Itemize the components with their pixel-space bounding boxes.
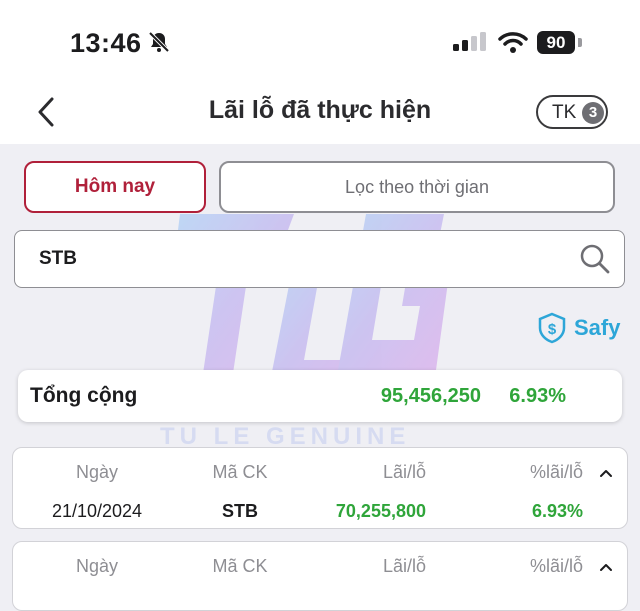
column-header-code: Mã CK bbox=[212, 556, 268, 576]
search-icon[interactable] bbox=[579, 243, 611, 275]
svg-text:$: $ bbox=[548, 321, 557, 338]
record-card[interactable]: Ngày Mã CK Lãi/lỗ %lãi/lỗ bbox=[12, 541, 628, 611]
record-profit: 70,255,800 bbox=[335, 501, 426, 521]
column-header-profit: Lãi/lỗ bbox=[382, 556, 426, 576]
column-header-code: Mã CK bbox=[212, 462, 268, 482]
record-percent: 6.93% bbox=[531, 501, 583, 521]
account-label: TK bbox=[552, 102, 577, 123]
summary-card: Tổng cộng 95,456,250 6.93% bbox=[18, 370, 622, 422]
filter-today-button[interactable]: Hôm nay bbox=[24, 161, 206, 213]
cellular-signal-icon bbox=[453, 32, 486, 51]
column-header-date: Ngày bbox=[75, 462, 119, 482]
search-value: STB bbox=[39, 248, 77, 269]
summary-profit: 95,456,250 bbox=[380, 385, 481, 407]
summary-percent: 6.93% bbox=[509, 385, 566, 407]
chevron-up-icon[interactable] bbox=[599, 562, 613, 572]
battery-level: 90 bbox=[537, 31, 575, 54]
wifi-icon bbox=[498, 32, 528, 53]
record-code: STB bbox=[222, 501, 258, 521]
summary-label: Tổng cộng bbox=[30, 384, 138, 407]
account-count-badge: 3 bbox=[582, 102, 604, 124]
safy-label: Safy bbox=[574, 315, 621, 340]
battery-tip bbox=[578, 38, 582, 47]
filter-date-range-button[interactable]: Lọc theo thời gian bbox=[219, 161, 615, 213]
bell-slash-icon bbox=[148, 31, 170, 53]
status-time: 13:46 bbox=[70, 28, 142, 58]
record-card[interactable]: Ngày Mã CK Lãi/lỗ %lãi/lỗ 21/10/2024 STB… bbox=[12, 447, 628, 529]
column-header-date: Ngày bbox=[75, 556, 119, 576]
search-input[interactable]: STB bbox=[14, 230, 625, 288]
record-date: 21/10/2024 bbox=[51, 501, 143, 521]
chevron-up-icon[interactable] bbox=[599, 468, 613, 478]
column-header-percent: %lãi/lỗ bbox=[529, 462, 583, 482]
column-header-percent: %lãi/lỗ bbox=[529, 556, 583, 576]
shield-dollar-icon: $ bbox=[538, 312, 566, 344]
account-selector-button[interactable]: TK 3 bbox=[536, 95, 608, 129]
column-header-profit: Lãi/lỗ bbox=[382, 462, 426, 482]
